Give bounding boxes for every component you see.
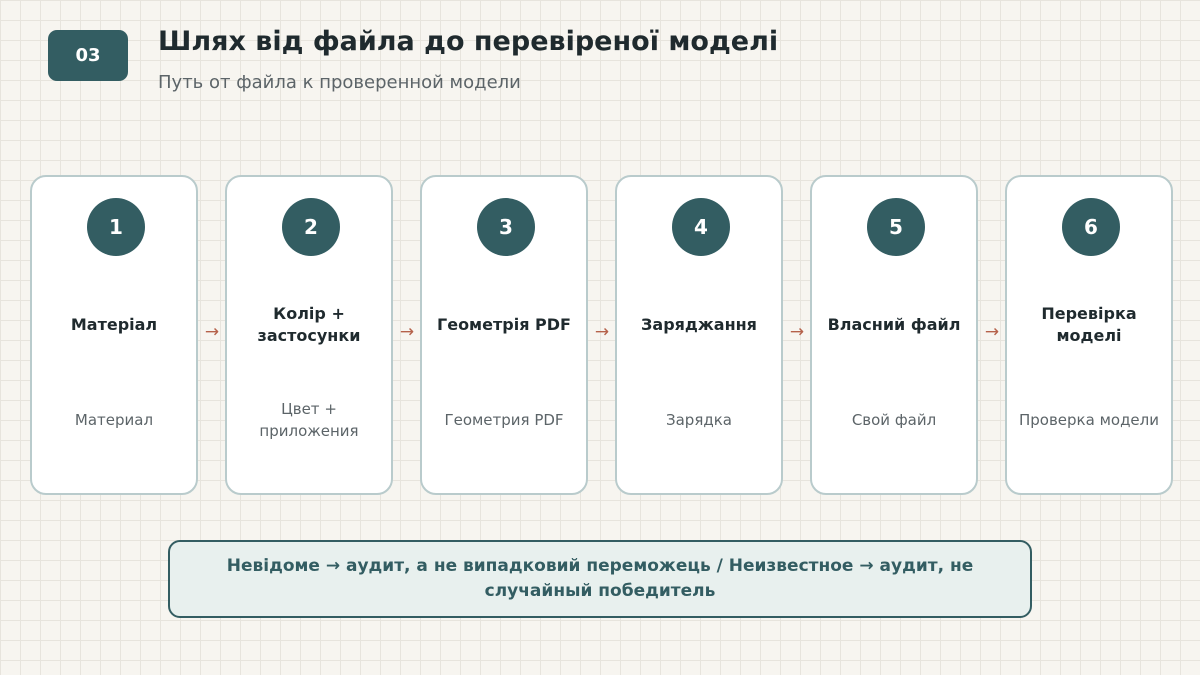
- step-title: Перевірка моделі: [1041, 304, 1137, 345]
- step-arrow-icon: →: [594, 322, 610, 342]
- step-subtitle: Геометрия PDF: [444, 411, 564, 429]
- step-number: 5: [867, 198, 925, 256]
- step-title: Геометрія PDF: [437, 315, 571, 334]
- slide-number-badge: 03: [48, 30, 128, 81]
- step-title: Заряджання: [641, 315, 757, 334]
- summary-note: Невідоме → аудит, а не випадковий перемо…: [168, 540, 1032, 618]
- step-arrow-icon: →: [399, 322, 415, 342]
- step-title: Колір + застосунки: [257, 304, 361, 345]
- step-arrow-icon: →: [984, 322, 1000, 342]
- step-number: 3: [477, 198, 535, 256]
- step-card-5: 5 Власний файл Свой файл: [810, 175, 978, 495]
- step-card-2: 2 Колір + застосунки Цвет + приложения: [225, 175, 393, 495]
- step-number: 6: [1062, 198, 1120, 256]
- step-subtitle: Свой файл: [851, 411, 937, 429]
- step-arrow-icon: →: [204, 322, 220, 342]
- step-arrow-icon: →: [789, 322, 805, 342]
- step-card-1: 1 Матеріал Материал: [30, 175, 198, 495]
- step-subtitle: Зарядка: [666, 411, 732, 429]
- step-number: 2: [282, 198, 340, 256]
- step-subtitle: Цвет + приложения: [259, 400, 359, 440]
- step-subtitle: Материал: [74, 411, 154, 429]
- slide-subtitle: Путь от файла к проверенной модели: [158, 72, 521, 93]
- step-title: Матеріал: [70, 315, 158, 334]
- slide-title: Шлях від файла до перевіреної моделі: [158, 26, 779, 57]
- step-number: 1: [87, 198, 145, 256]
- step-title: Власний файл: [827, 315, 961, 334]
- step-card-6: 6 Перевірка моделі Проверка модели: [1005, 175, 1173, 495]
- step-number: 4: [672, 198, 730, 256]
- step-card-3: 3 Геометрія PDF Геометрия PDF: [420, 175, 588, 495]
- step-card-4: 4 Заряджання Зарядка: [615, 175, 783, 495]
- step-subtitle: Проверка модели: [1018, 411, 1160, 429]
